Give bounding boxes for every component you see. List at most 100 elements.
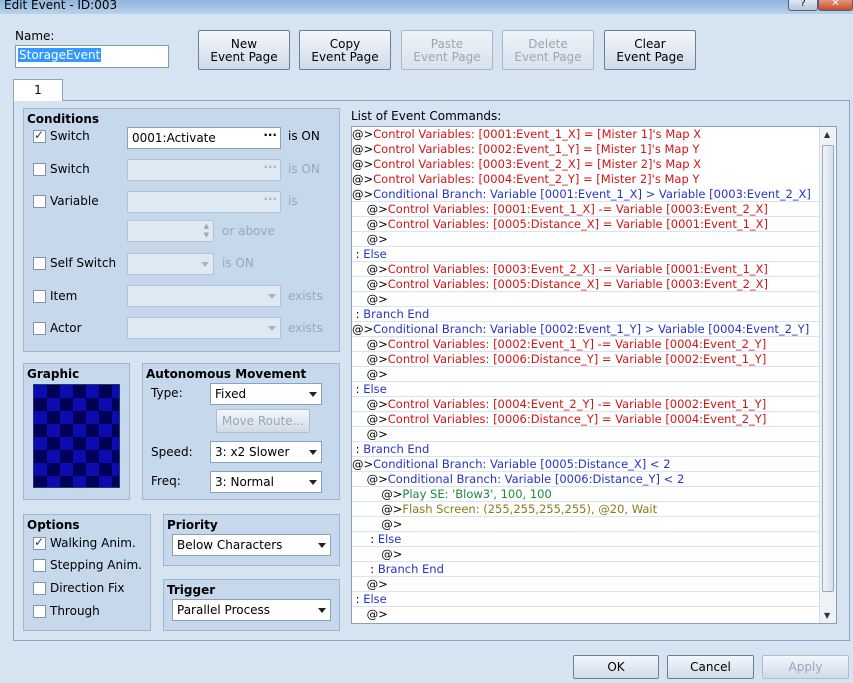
new-event-page-button[interactable]: New Event Page <box>198 30 290 70</box>
command-text: Control Variables: [0006:Distance_Y] = V… <box>387 352 767 366</box>
command-row[interactable]: @> <box>352 232 819 247</box>
direction-fix-checkbox[interactable] <box>33 582 46 595</box>
cancel-button[interactable]: Cancel <box>667 655 754 679</box>
delete-event-page-button[interactable]: Delete Event Page <box>502 30 594 70</box>
command-row[interactable]: @>Control Variables: [0005:Distance_X] =… <box>352 217 819 232</box>
command-row[interactable]: : Branch End <box>352 562 819 577</box>
movement-speed-combo[interactable]: 3: x2 Slower <box>210 441 322 463</box>
command-row[interactable]: : Else <box>352 592 819 607</box>
chevron-down-icon <box>268 326 276 331</box>
command-row[interactable]: @>Control Variables: [0004:Event_2_Y] -=… <box>352 397 819 412</box>
command-indent <box>352 232 367 246</box>
command-row[interactable]: @>Control Variables: [0005:Distance_X] =… <box>352 277 819 292</box>
command-row[interactable]: @>Conditional Branch: Variable [0005:Dis… <box>352 457 819 472</box>
event-graphic-image[interactable] <box>33 384 120 488</box>
switch1-browse-icon[interactable]: ··· <box>263 128 277 142</box>
command-row[interactable]: : Else <box>352 532 819 547</box>
command-row[interactable]: @>Control Variables: [0002:Event_1_Y] = … <box>352 142 819 157</box>
commands-scrollbar[interactable]: ▲ ▼ <box>819 127 836 623</box>
command-row[interactable]: @> <box>352 292 819 307</box>
scroll-down-icon[interactable]: ▼ <box>824 611 830 620</box>
command-text: Else <box>377 532 402 546</box>
window-title: Edit Event - ID:003 <box>4 0 118 12</box>
help-button[interactable]: ? <box>788 0 818 11</box>
apply-button[interactable]: Apply <box>762 655 849 679</box>
close-button[interactable]: ✕ <box>818 0 853 11</box>
command-row[interactable]: @>Flash Screen: (255,255,255,255), @20, … <box>352 502 819 517</box>
command-row[interactable]: @>Control Variables: [0002:Event_1_Y] -=… <box>352 337 819 352</box>
command-prefix: @> <box>366 232 388 246</box>
command-indent <box>352 472 367 486</box>
command-text: Control Variables: [0005:Distance_X] = V… <box>387 217 769 231</box>
command-row[interactable]: @>Control Variables: [0006:Distance_Y] =… <box>352 412 819 427</box>
switch2-label: Switch <box>50 162 90 176</box>
tab-page-1[interactable]: 1 <box>13 79 63 101</box>
switch1-checkbox[interactable] <box>33 128 46 143</box>
command-prefix: @> <box>352 187 374 201</box>
command-row[interactable]: @>Control Variables: [0004:Event_2_Y] = … <box>352 172 819 187</box>
command-row[interactable]: @> <box>352 577 819 592</box>
event-commands-list[interactable]: @>Control Variables: [0001:Event_1_X] = … <box>351 126 837 624</box>
command-row[interactable]: @> <box>352 607 819 622</box>
trigger-combo[interactable]: Parallel Process <box>172 599 331 621</box>
movement-freq-combo[interactable]: 3: Normal <box>210 471 322 493</box>
copy-event-page-button[interactable]: Copy Event Page <box>299 30 391 70</box>
command-text: Control Variables: [0001:Event_1_X] -= V… <box>387 202 768 216</box>
command-row[interactable]: @>Control Variables: [0003:Event_2_X] = … <box>352 157 819 172</box>
command-text: Control Variables: [0003:Event_2_X] = [M… <box>373 157 702 171</box>
command-row[interactable]: @>Conditional Branch: Variable [0001:Eve… <box>352 187 819 202</box>
command-row[interactable]: @> <box>352 367 819 382</box>
command-prefix: @> <box>352 157 374 171</box>
through-checkbox[interactable] <box>33 605 46 618</box>
command-row[interactable]: @>Control Variables: [0006:Distance_Y] =… <box>352 352 819 367</box>
name-input[interactable]: StorageEvent <box>15 45 169 68</box>
switch2-field[interactable]: ··· <box>127 159 281 181</box>
ok-button[interactable]: OK <box>573 655 659 679</box>
command-text: Conditional Branch: Variable [0001:Event… <box>373 187 811 201</box>
self-switch-checkbox[interactable] <box>33 257 46 270</box>
command-row[interactable]: @>Control Variables: [0003:Event_2_X] -=… <box>352 262 819 277</box>
command-prefix: @> <box>366 472 388 486</box>
command-row[interactable]: @>Play SE: 'Blow3', 100, 100 <box>352 487 819 502</box>
variable-value-spinner[interactable]: ▲ ▼ <box>127 220 214 242</box>
switch2-browse-icon[interactable]: ··· <box>263 160 277 174</box>
command-row[interactable]: : Else <box>352 382 819 397</box>
paste-event-page-button[interactable]: Paste Event Page <box>401 30 493 70</box>
command-prefix: @> <box>352 142 374 156</box>
clear-event-page-button[interactable]: Clear Event Page <box>604 30 696 70</box>
command-prefix: @> <box>366 577 388 591</box>
movement-type-value: Fixed <box>215 387 247 401</box>
command-row[interactable]: @> <box>352 517 819 532</box>
switch1-field[interactable]: 0001:Activate ··· <box>127 127 281 149</box>
scroll-thumb[interactable] <box>822 145 834 592</box>
command-row[interactable]: @>Control Variables: [0001:Event_1_X] -=… <box>352 202 819 217</box>
actor-checkbox[interactable] <box>33 322 46 335</box>
priority-combo[interactable]: Below Characters <box>172 534 331 556</box>
command-row[interactable]: @>Conditional Branch: Variable [0002:Eve… <box>352 322 819 337</box>
variable-checkbox[interactable] <box>33 195 46 208</box>
command-row[interactable]: @>Conditional Branch: Variable [0006:Dis… <box>352 472 819 487</box>
self-switch-combo[interactable] <box>127 253 214 275</box>
walking-anim-checkbox[interactable] <box>33 535 46 550</box>
command-row[interactable]: @> <box>352 547 819 562</box>
command-row[interactable]: : Else <box>352 247 819 262</box>
chevron-down-icon <box>318 543 326 548</box>
switch2-checkbox[interactable] <box>33 163 46 176</box>
command-row[interactable]: : Branch End <box>352 442 819 457</box>
scroll-up-icon[interactable]: ▲ <box>824 130 830 139</box>
variable-browse-icon[interactable]: ··· <box>263 192 277 206</box>
movement-type-combo[interactable]: Fixed <box>210 383 322 405</box>
actor-combo[interactable] <box>127 317 281 339</box>
move-route-button[interactable]: Move Route... <box>216 409 310 433</box>
stepping-anim-checkbox[interactable] <box>33 559 46 572</box>
variable-field[interactable]: ··· <box>127 191 281 213</box>
spinner-arrows-icon[interactable]: ▲ ▼ <box>204 222 209 240</box>
command-row[interactable]: @>Control Variables: [0001:Event_1_X] = … <box>352 127 819 142</box>
item-checkbox[interactable] <box>33 290 46 303</box>
command-text: Branch End <box>377 562 444 576</box>
command-prefix: @> <box>366 337 388 351</box>
command-row[interactable]: @> <box>352 427 819 442</box>
item-combo[interactable] <box>127 285 281 307</box>
command-row[interactable]: : Branch End <box>352 307 819 322</box>
command-indent <box>352 262 367 276</box>
